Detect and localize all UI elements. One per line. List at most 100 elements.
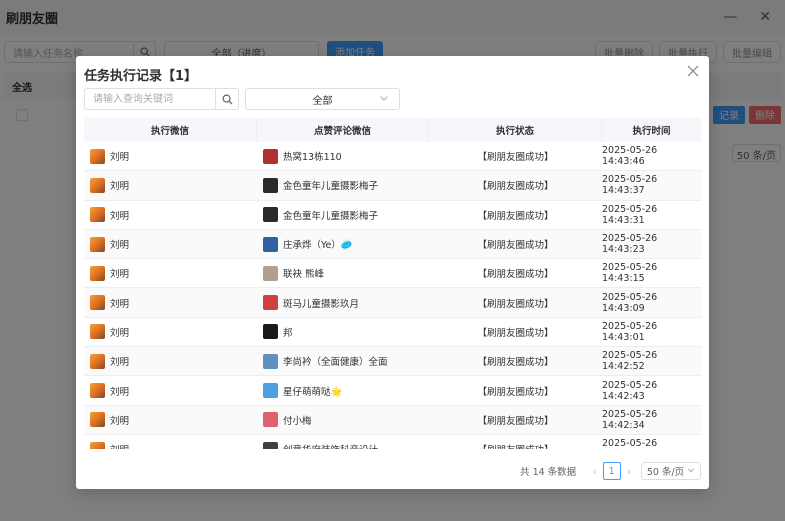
time-cell: 2025-05-26 14:42:52 — [602, 350, 658, 373]
target-name: 邦 — [283, 327, 293, 339]
status-cell: 【刷朋友圈成功】 — [477, 240, 554, 252]
target-name: 金色童年儿童摄影梅子 — [283, 210, 379, 222]
target-name: 创意华府装饰科音设计 — [283, 442, 378, 449]
avatar — [90, 265, 105, 281]
status-cell: 【刷朋友圈成功】 — [477, 152, 554, 164]
avatar — [263, 383, 278, 399]
chevron-down-icon — [379, 93, 389, 106]
executor-name: 刘明 — [110, 357, 130, 369]
time-cell: 2025-05-26 14:42:25 — [602, 438, 658, 449]
avatar — [90, 177, 105, 193]
keyword-search-input[interactable] — [84, 88, 216, 110]
target-cell: 热窝13栋110 — [257, 142, 429, 170]
time-cell: 2025-05-26 14:43:09 — [602, 291, 658, 314]
executor-name: 刘明 — [110, 181, 130, 193]
target-cell: 邦 — [257, 318, 429, 346]
executor-name: 刘明 — [110, 415, 130, 427]
executor-cell: 刘明 — [84, 142, 257, 170]
status-filter-select[interactable]: 全部 — [245, 88, 400, 110]
avatar — [263, 265, 278, 281]
avatar — [90, 295, 105, 311]
next-page-icon[interactable]: › — [627, 465, 631, 478]
page-number-current[interactable]: 1 — [602, 462, 621, 480]
target-cell: 斑马儿童摄影玖月 — [257, 288, 429, 316]
target-cell: 金色童年儿童摄影梅子 — [257, 201, 429, 229]
avatar — [263, 177, 278, 193]
page-size-value: 50 条/页 — [646, 467, 685, 478]
pagination: 共 14 条数据 ‹ 1 › 50 条/页 — [76, 461, 701, 481]
prev-page-icon[interactable]: ‹ — [592, 465, 596, 478]
executor-name: 刘明 — [110, 442, 129, 449]
avatar — [263, 207, 278, 223]
target-cell: 创意华府装饰科音设计 — [257, 435, 429, 449]
target-name: 星仔萌萌哒🌟 — [283, 386, 343, 398]
target-cell: 星仔萌萌哒🌟 — [257, 376, 429, 404]
avatar — [90, 353, 105, 369]
avatar — [263, 353, 278, 369]
status-cell: 【刷朋友圈成功】 — [429, 435, 602, 449]
time-cell: 2025-05-26 14:43:01 — [602, 320, 658, 343]
column-header-status: 执行状态 — [429, 118, 602, 142]
close-icon[interactable] — [687, 62, 699, 81]
executor-cell: 刘明 — [84, 318, 257, 346]
time-cell: 2025-05-26 14:42:43 — [602, 379, 658, 402]
table-row: 刘明 邦 【刷朋友圈成功】 2025-05-26 14:43:01 — [84, 318, 701, 348]
avatar — [90, 412, 105, 428]
executor-cell: 刘明 — [84, 230, 257, 258]
avatar — [263, 441, 278, 449]
target-name: 联袂 熊峰 — [283, 269, 325, 281]
executor-cell: 刘明 — [84, 288, 257, 316]
target-cell: 李尚衿（全面健康）全面 — [257, 347, 429, 375]
avatar — [90, 148, 105, 164]
executor-cell: 刘明 — [84, 435, 257, 449]
avatar — [263, 295, 278, 311]
status-cell: 【刷朋友圈成功】 — [477, 210, 554, 222]
status-cell: 【刷朋友圈成功】 — [477, 298, 554, 310]
status-cell: 【刷朋友圈成功】 — [477, 415, 554, 427]
executor-name: 刘明 — [110, 327, 130, 339]
target-name: 庄承烨（Ye）🥏 — [283, 240, 353, 252]
target-name: 斑马儿童摄影玖月 — [283, 298, 360, 310]
executor-name: 刘明 — [110, 210, 130, 222]
target-cell: 庄承烨（Ye）🥏 — [257, 230, 429, 258]
status-cell: 【刷朋友圈成功】 — [477, 181, 554, 193]
table-row: 刘明 付小梅 【刷朋友圈成功】 2025-05-26 14:42:34 — [84, 405, 701, 435]
time-cell: 2025-05-26 14:43:23 — [602, 233, 658, 256]
executor-cell: 刘明 — [84, 406, 257, 434]
table-body: 刘明 热窝13栋110 【刷朋友圈成功】 2025-05-26 14:43:46 刘明金… — [84, 142, 701, 449]
table-row: 刘明 创意华府装饰科音设计 【刷朋友圈成功】2025-05-26 14:42:25 — [84, 435, 701, 449]
time-cell: 2025-05-26 14:43:46 — [602, 145, 658, 168]
target-cell: 金色童年儿童摄影梅子 — [257, 171, 429, 199]
executor-name: 刘明 — [110, 298, 130, 310]
executor-cell: 刘明 — [84, 376, 257, 404]
target-name: 付小梅 — [283, 415, 312, 427]
target-name: 热窝13栋110 — [283, 152, 342, 164]
avatar — [90, 324, 105, 340]
avatar — [90, 207, 105, 223]
execution-record-dialog: 任务执行记录【1】 全部 执行微信 点赞评论微信 执行状态 执行时间 刘明 热窝1… — [76, 56, 709, 489]
time-cell: 2025-05-26 14:43:37 — [602, 174, 658, 197]
avatar — [90, 236, 105, 252]
time-cell: 2025-05-26 14:42:34 — [602, 408, 658, 431]
page-size-select[interactable]: 50 条/页 — [641, 462, 701, 480]
time-cell: 2025-05-26 14:43:31 — [602, 203, 658, 226]
avatar — [263, 324, 278, 340]
avatar — [90, 441, 105, 449]
executor-name: 刘明 — [110, 152, 130, 164]
status-cell: 【刷朋友圈成功】 — [477, 386, 554, 398]
executor-cell: 刘明 — [84, 347, 257, 375]
table-row: 刘明 斑马儿童摄影玖月 【刷朋友圈成功】 2025-05-26 14:43:09 — [84, 288, 701, 318]
dialog-title: 任务执行记录【1】 — [84, 69, 198, 84]
chevron-down-icon — [687, 466, 695, 476]
total-count: 共 14 条数据 — [520, 467, 577, 478]
target-cell: 联袂 熊峰 — [257, 259, 429, 287]
avatar — [263, 412, 278, 428]
keyword-search-button[interactable] — [216, 88, 239, 110]
table-row: 刘明 李尚衿（全面健康）全面 【刷朋友圈成功】 2025-05-26 14:42:52 — [84, 347, 701, 377]
status-cell: 【刷朋友圈成功】 — [477, 269, 554, 281]
time-cell: 2025-05-26 14:43:15 — [602, 262, 658, 285]
avatar — [263, 148, 278, 164]
table-row: 刘明 联袂 熊峰 【刷朋友圈成功】 2025-05-26 14:43:15 — [84, 259, 701, 289]
executor-name: 刘明 — [110, 240, 130, 252]
executor-cell: 刘明 — [84, 259, 257, 287]
